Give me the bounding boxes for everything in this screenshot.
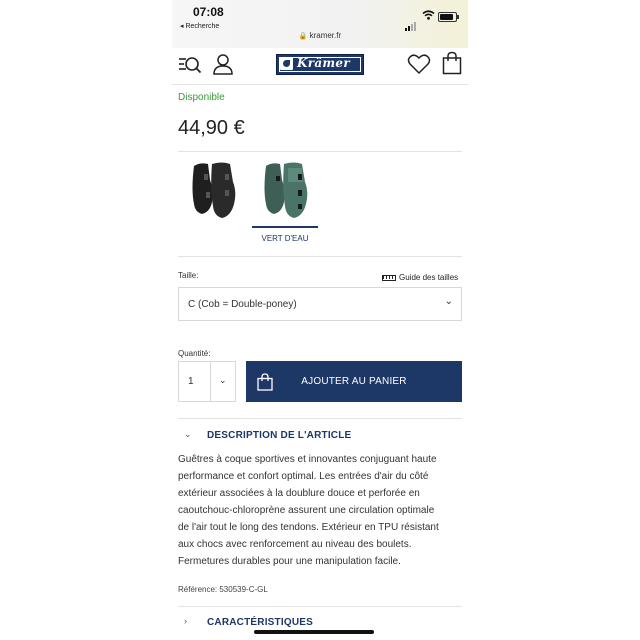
size-label: Taille: [178, 271, 199, 280]
description-accordion-header[interactable]: ⌄ DESCRIPTION DE L'ARTICLE [178, 426, 462, 448]
chevron-down-icon: ⌄ [184, 429, 192, 439]
description-line: aux chocs avec renforcement au niveau de… [178, 539, 412, 550]
chevron-down-icon: ⌄ [219, 375, 227, 385]
selected-color-label: VERT D'EAU [261, 234, 309, 243]
phone-screen: 07:08 ◂ Recherche 🔒 kramer.fr Krämer Dis… [172, 0, 468, 640]
heart-icon[interactable] [407, 53, 431, 75]
home-indicator [254, 630, 374, 634]
divider [178, 256, 462, 257]
size-selected-value: C (Cob = Double-poney) [188, 299, 297, 310]
description-text: Guêtres à coque sportives et innovantes … [178, 451, 462, 570]
description-line: de l'air tout le long des tendons. Extér… [178, 522, 439, 533]
selected-color-indicator [252, 226, 318, 228]
menu-search-icon[interactable] [178, 54, 202, 76]
description-line: Fermetures durables pour une manipulatio… [178, 556, 401, 567]
product-price: 44,90 € [178, 117, 245, 139]
logo-text: Krämer [297, 56, 350, 70]
color-swatch-black[interactable] [186, 160, 242, 224]
size-select[interactable]: C (Cob = Double-poney) ⌄ [178, 287, 462, 321]
chevron-down-icon: ⌄ [444, 296, 453, 307]
divider [178, 151, 462, 152]
availability-status: Disponible [178, 92, 225, 103]
site-header: Krämer [172, 48, 468, 85]
characteristics-title: CARACTÉRISTIQUES [207, 617, 313, 628]
quantity-label: Quantité: [178, 349, 211, 358]
size-guide-label: Guide des tailles [399, 273, 459, 282]
signal-icon [405, 13, 417, 31]
url-text: kramer.fr [309, 31, 342, 40]
color-swatch-vert-deau[interactable] [258, 160, 314, 224]
ruler-icon [382, 275, 396, 281]
status-bar: 07:08 ◂ Recherche 🔒 kramer.fr [172, 0, 468, 48]
chevron-right-icon: › [184, 616, 187, 626]
lock-icon: 🔒 [298, 33, 308, 40]
back-to-search-link[interactable]: ◂ Recherche [180, 22, 219, 30]
kramer-logo[interactable]: Krämer [276, 54, 364, 75]
quantity-select[interactable]: 1 ⌄ [178, 361, 236, 402]
divider [178, 606, 462, 607]
wifi-icon [422, 10, 435, 20]
quantity-value: 1 [188, 376, 194, 387]
status-time: 07:08 [193, 5, 224, 19]
black-boots-image [192, 162, 236, 218]
divider [178, 418, 462, 419]
vert-deau-boots-image [264, 162, 308, 218]
description-line: performance et confort optimal. Les entr… [178, 471, 429, 482]
battery-icon [438, 12, 459, 22]
description-line: Guêtres à coque sportives et innovantes … [178, 454, 437, 465]
description-title: DESCRIPTION DE L'ARTICLE [207, 430, 352, 441]
add-to-cart-label: AJOUTER AU PANIER [301, 376, 407, 387]
size-guide-link[interactable]: Guide des tailles [382, 273, 458, 282]
horse-logo-icon [280, 57, 293, 70]
add-to-cart-button[interactable]: AJOUTER AU PANIER [246, 361, 462, 402]
bag-icon[interactable] [442, 51, 462, 75]
user-icon[interactable] [212, 53, 234, 75]
url-bar[interactable]: 🔒 kramer.fr [172, 31, 468, 40]
description-line: caoutchouc-chloroprène assurent une circ… [178, 505, 435, 516]
product-reference: Référence: 530539-C-GL [178, 585, 268, 594]
description-line: extérieur associées à la doublure douce … [178, 488, 420, 499]
